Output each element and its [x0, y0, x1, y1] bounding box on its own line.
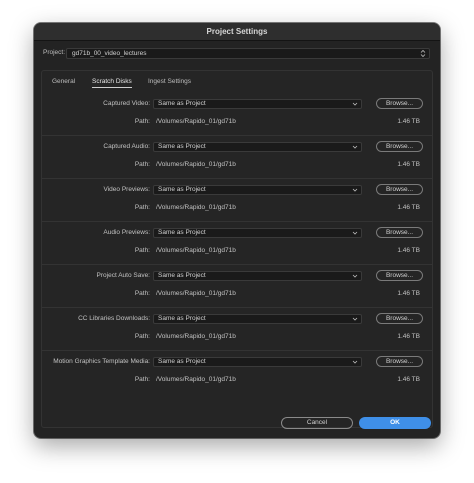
- cancel-button[interactable]: Cancel: [281, 417, 353, 429]
- location-dropdown[interactable]: Same as Project: [153, 142, 362, 152]
- path-label: Path:: [134, 161, 150, 168]
- scratch-disk-label: Motion Graphics Template Media:: [53, 358, 150, 365]
- chevron-down-icon: [352, 188, 358, 192]
- browse-button[interactable]: Browse...: [376, 356, 423, 367]
- browse-button[interactable]: Browse...: [376, 184, 423, 195]
- window-title: Project Settings: [34, 23, 440, 41]
- tab-ingest-settings[interactable]: Ingest Settings: [148, 77, 191, 87]
- location-dropdown[interactable]: Same as Project: [153, 357, 362, 367]
- path-value: /Volumes/Rapido_01/gd71b: [156, 376, 236, 383]
- settings-panel: General Scratch Disks Ingest Settings Ca…: [41, 70, 433, 428]
- path-value: /Volumes/Rapido_01/gd71b: [156, 290, 236, 297]
- project-select[interactable]: gd71b_00_video_lectures: [66, 48, 430, 59]
- browse-button[interactable]: Browse...: [376, 270, 423, 281]
- path-value: /Volumes/Rapido_01/gd71b: [156, 204, 236, 211]
- chevron-down-icon: [352, 102, 358, 106]
- tab-scratch-disks[interactable]: Scratch Disks: [92, 77, 132, 88]
- free-space-value: 1.46 TB: [397, 118, 420, 125]
- browse-button[interactable]: Browse...: [376, 313, 423, 324]
- chevron-down-icon: [352, 145, 358, 149]
- path-label: Path:: [134, 118, 150, 125]
- chevron-down-icon: [352, 231, 358, 235]
- scratch-disk-section: Captured Video: Same as Project Browse... P…: [42, 93, 432, 136]
- path-value: /Volumes/Rapido_01/gd71b: [156, 161, 236, 168]
- browse-button[interactable]: Browse...: [376, 227, 423, 238]
- path-value: /Volumes/Rapido_01/gd71b: [156, 247, 236, 254]
- chevron-updown-icon: [420, 49, 426, 58]
- scratch-disk-label: Captured Video:: [103, 100, 150, 107]
- path-label: Path:: [134, 376, 150, 383]
- tab-general[interactable]: General: [52, 77, 75, 87]
- scratch-disk-label: Video Previews:: [103, 186, 151, 193]
- browse-button[interactable]: Browse...: [376, 98, 423, 109]
- free-space-value: 1.46 TB: [397, 376, 420, 383]
- path-label: Path:: [134, 333, 150, 340]
- scratch-disk-section: Project Auto Save: Same as Project Browse.…: [42, 265, 432, 308]
- location-dropdown-value: Same as Project: [158, 186, 206, 193]
- scratch-disk-section: Motion Graphics Template Media: Same as P…: [42, 351, 432, 394]
- location-dropdown-value: Same as Project: [158, 315, 206, 322]
- project-row: Project: gd71b_00_video_lectures: [41, 48, 433, 60]
- location-dropdown-value: Same as Project: [158, 358, 206, 365]
- location-dropdown-value: Same as Project: [158, 100, 206, 107]
- free-space-value: 1.46 TB: [397, 333, 420, 340]
- location-dropdown[interactable]: Same as Project: [153, 228, 362, 238]
- location-dropdown[interactable]: Same as Project: [153, 185, 362, 195]
- path-value: /Volumes/Rapido_01/gd71b: [156, 333, 236, 340]
- scratch-disk-section: Audio Previews: Same as Project Browse... P…: [42, 222, 432, 265]
- path-value: /Volumes/Rapido_01/gd71b: [156, 118, 236, 125]
- location-dropdown-value: Same as Project: [158, 143, 206, 150]
- path-label: Path:: [134, 247, 150, 254]
- browse-button[interactable]: Browse...: [376, 141, 423, 152]
- free-space-value: 1.46 TB: [397, 161, 420, 168]
- chevron-down-icon: [352, 317, 358, 321]
- chevron-down-icon: [352, 274, 358, 278]
- path-label: Path:: [134, 204, 150, 211]
- location-dropdown[interactable]: Same as Project: [153, 314, 362, 324]
- scratch-disk-section: Captured Audio: Same as Project Browse... P…: [42, 136, 432, 179]
- scratch-disk-section: Video Previews: Same as Project Browse... P…: [42, 179, 432, 222]
- scratch-disk-section: CC Libraries Downloads: Same as Project Br…: [42, 308, 432, 351]
- scratch-disk-label: Project Auto Save:: [96, 272, 150, 279]
- project-select-value: gd71b_00_video_lectures: [72, 50, 147, 57]
- location-dropdown-value: Same as Project: [158, 272, 206, 279]
- location-dropdown[interactable]: Same as Project: [153, 99, 362, 109]
- free-space-value: 1.46 TB: [397, 247, 420, 254]
- path-label: Path:: [134, 290, 150, 297]
- scratch-disk-label: Audio Previews:: [103, 229, 150, 236]
- location-dropdown[interactable]: Same as Project: [153, 271, 362, 281]
- scratch-disk-label: Captured Audio:: [103, 143, 150, 150]
- project-settings-dialog: Project Settings Project: gd71b_00_video…: [34, 23, 440, 438]
- scratch-disk-label: CC Libraries Downloads:: [78, 315, 150, 322]
- chevron-down-icon: [352, 360, 358, 364]
- project-label: Project:: [43, 49, 66, 56]
- ok-button[interactable]: OK: [359, 417, 431, 429]
- free-space-value: 1.46 TB: [397, 204, 420, 211]
- location-dropdown-value: Same as Project: [158, 229, 206, 236]
- free-space-value: 1.46 TB: [397, 290, 420, 297]
